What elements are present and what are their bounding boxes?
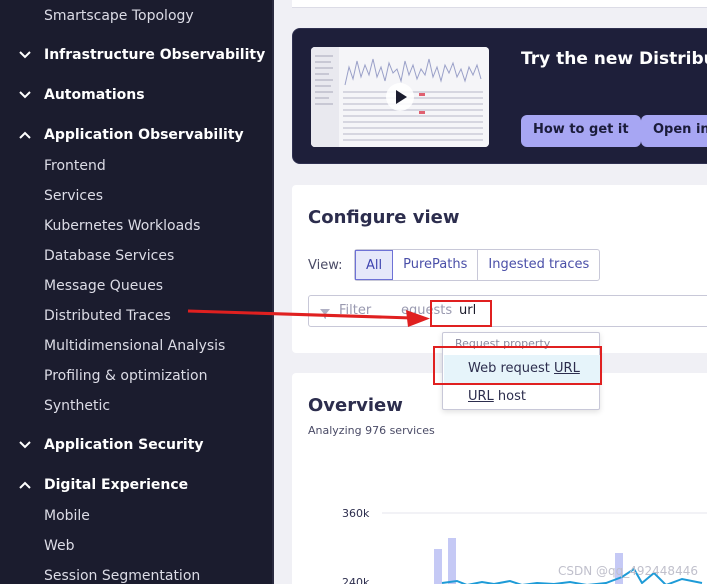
- sidebar-group-label: Application Security: [44, 437, 204, 453]
- configure-view-title: Configure view: [308, 207, 460, 228]
- sidebar-group-label: Digital Experience: [44, 477, 189, 493]
- sidebar-item-label: Kubernetes Workloads: [44, 218, 201, 234]
- sidebar-group-application-security[interactable]: Application Security: [18, 437, 204, 453]
- suggestion-url-host[interactable]: URL host: [444, 383, 600, 411]
- sidebar-item-label: Profiling & optimization: [44, 368, 208, 384]
- overview-subtitle: Analyzing 976 services: [308, 424, 435, 437]
- sidebar-item-profiling-optimization[interactable]: Profiling & optimization: [44, 368, 208, 384]
- overview-title: Overview: [308, 395, 403, 416]
- video-preview-graphic: [311, 47, 489, 147]
- sidebar-item-message-queues[interactable]: Message Queues: [44, 278, 163, 294]
- sidebar-group-label: Infrastructure Observability: [44, 47, 266, 63]
- sidebar-item-multidimensional-analysis[interactable]: Multidimensional Analysis: [44, 338, 225, 354]
- sidebar-item-label: Web: [44, 538, 75, 554]
- chart-bar: [448, 538, 456, 584]
- sidebar-item-label: Services: [44, 188, 104, 204]
- sidebar-group-label: Application Observability: [44, 127, 244, 143]
- promo-video-thumbnail[interactable]: [311, 47, 489, 147]
- chevron-up-icon: [18, 130, 44, 140]
- sidebar-group-digital-experience[interactable]: Digital Experience: [18, 477, 188, 493]
- sidebar-item-services[interactable]: Services: [44, 188, 103, 204]
- chevron-down-icon: [18, 440, 44, 450]
- view-label: View:: [308, 258, 343, 273]
- sidebar-item-kubernetes-workloads[interactable]: Kubernetes Workloads: [44, 218, 200, 234]
- sidebar-item-label: Message Queues: [44, 278, 164, 294]
- sidebar-item-label: Synthetic: [44, 398, 111, 414]
- view-segmented-control: All PurePaths Ingested traces: [354, 249, 601, 281]
- promo-banner: Try the new Distribute How to get it Ope…: [292, 28, 707, 164]
- main-content: Try the new Distribute How to get it Ope…: [274, 0, 707, 584]
- sidebar-item-label: Database Services: [44, 248, 175, 264]
- chevron-down-icon: [18, 90, 44, 100]
- sidebar-item-label: Smartscape Topology: [44, 8, 194, 24]
- sidebar-group-label: Automations: [44, 87, 145, 103]
- sidebar-item-label: Frontend: [44, 158, 106, 174]
- sidebar-group-automations[interactable]: Automations: [18, 87, 145, 103]
- how-to-get-it-button[interactable]: How to get it: [521, 115, 641, 147]
- sidebar-item-web[interactable]: Web: [44, 538, 75, 554]
- chevron-up-icon: [18, 480, 44, 490]
- sidebar-item-label: Distributed Traces: [44, 308, 171, 324]
- watermark: CSDN @qq_492448446: [558, 564, 698, 578]
- sidebar-group-application-observability[interactable]: Application Observability: [18, 127, 244, 143]
- sidebar-item-label: Session Segmentation: [44, 568, 201, 584]
- y-axis-tick-360k: 360k: [342, 507, 370, 520]
- sidebar-item-database-services[interactable]: Database Services: [44, 248, 174, 264]
- view-segment-purepaths[interactable]: PurePaths: [393, 250, 479, 280]
- sidebar-item-frontend[interactable]: Frontend: [44, 158, 106, 174]
- open-in-button[interactable]: Open in: [641, 115, 707, 147]
- view-segment-all[interactable]: All: [355, 250, 394, 280]
- sidebar-item-distributed-traces[interactable]: Distributed Traces: [44, 308, 171, 324]
- sidebar-item-session-segmentation[interactable]: Session Segmentation: [44, 568, 200, 584]
- annotation-box-suggestion: [433, 346, 602, 385]
- sidebar-item-synthetic[interactable]: Synthetic: [44, 398, 110, 414]
- sidebar-item-mobile[interactable]: Mobile: [44, 508, 90, 524]
- y-axis-tick-240k: 240k: [342, 576, 370, 584]
- sidebar-group-infrastructure-observability[interactable]: Infrastructure Observability: [18, 47, 265, 63]
- view-segment-ingested-traces[interactable]: Ingested traces: [478, 250, 599, 280]
- chart-bar: [434, 549, 442, 584]
- sidebar: Smartscape Topology Infrastructure Obser…: [0, 0, 272, 584]
- sidebar-item-smartscape-topology[interactable]: Smartscape Topology: [44, 8, 194, 24]
- sidebar-item-label: Multidimensional Analysis: [44, 338, 226, 354]
- annotation-arrow: [187, 309, 430, 327]
- sidebar-item-label: Mobile: [44, 508, 90, 524]
- top-card-edge: [292, 0, 707, 8]
- promo-title: Try the new Distribute: [521, 49, 707, 69]
- chevron-down-icon: [18, 50, 44, 60]
